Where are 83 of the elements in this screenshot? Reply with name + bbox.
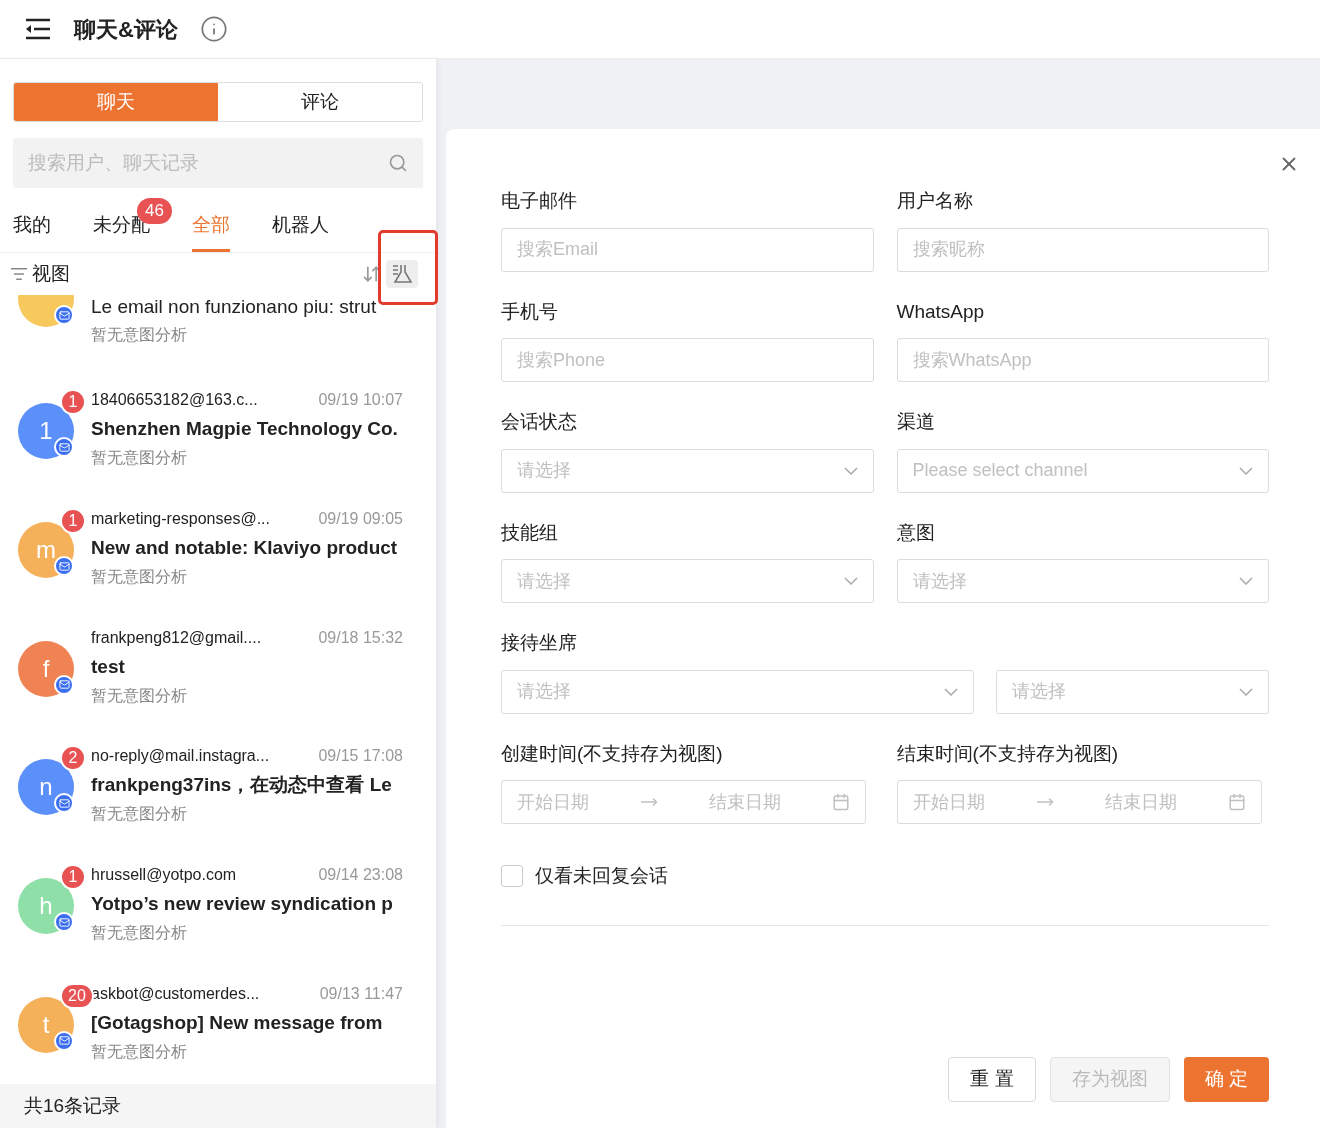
conversation-item[interactable]: t 20 askbot@customerdes... 09/13 11:47 [Gotagshop] New message from 暂无意图分析: [0, 965, 436, 1084]
field-label: 意图: [896, 520, 936, 545]
intent-text: 暂无意图分析: [91, 1041, 188, 1062]
page-title: 聊天&评论: [74, 15, 178, 44]
mail-icon: [54, 305, 74, 325]
avatar-letter: 1: [39, 416, 53, 447]
conversation-subject: test: [91, 654, 126, 679]
field-label: 会话状态: [501, 410, 578, 434]
intent-text: 暂无意图分析: [91, 567, 188, 588]
conversation-time: 09/13 11:47: [319, 983, 403, 1004]
field-label: 创建时间(不支持存为视图): [501, 741, 724, 766]
conversation-subject: New and notable: Klaviyo product: [91, 536, 399, 561]
chevron-down-icon: [843, 577, 858, 585]
unread-badge: 20: [60, 982, 94, 1009]
field-label: 用户名称: [896, 189, 974, 213]
intent-text: 暂无意图分析: [91, 804, 188, 825]
info-icon[interactable]: [199, 15, 228, 43]
intent-text: 暂无意图分析: [91, 448, 188, 469]
text-field[interactable]: 搜索昵称: [896, 227, 1269, 272]
conversation-item[interactable]: h 1 hrussell@yotpo.com 09/14 23:08 Yotpo’s new review syndication p 暂无意图分析: [0, 846, 436, 966]
field-label: 渠道: [896, 410, 936, 434]
conversation-subject: frankpeng37ins，在动态中查看 Le: [91, 773, 393, 798]
conversation-subject: Le email non funzionano piu: strut: [91, 295, 377, 319]
search-icon[interactable]: [388, 153, 408, 173]
conversation-subject: Shenzhen Magpie Technology Co.: [91, 417, 399, 442]
calendar-icon: [832, 793, 850, 811]
unread-badge: 1: [60, 389, 86, 416]
field-label: 接待坐席: [501, 631, 578, 655]
view-label[interactable]: 视图: [32, 259, 70, 289]
chevron-down-icon: [1239, 466, 1253, 475]
avatar-letter: h: [39, 891, 53, 921]
sender-email: askbot@customerdes...: [91, 983, 260, 1004]
mail-icon: [54, 556, 74, 577]
conversation-subject: [Gotagshop] New message from: [91, 1010, 384, 1035]
chevron-down-icon: [1239, 687, 1253, 696]
intent-text: 暂无意图分析: [91, 685, 188, 706]
checkbox-label: 仅看未回复会话: [535, 864, 668, 888]
avatar-letter: m: [36, 535, 56, 566]
action-button[interactable]: 重 置: [948, 1057, 1036, 1102]
sender-email: no-reply@mail.instagra...: [91, 746, 270, 767]
filter-tab[interactable]: 我的: [13, 210, 51, 252]
text-field[interactable]: 搜索Email: [501, 227, 874, 272]
unread-badge: 1: [60, 864, 86, 890]
text-field[interactable]: 搜索Phone: [501, 338, 874, 382]
sender-email: marketing-responses@...: [91, 509, 270, 530]
menu-icon[interactable]: [24, 18, 52, 40]
intent-text: 暂无意图分析: [91, 325, 188, 345]
mail-icon: [54, 793, 74, 814]
checkbox[interactable]: [501, 865, 523, 888]
filter-tab[interactable]: 机器人: [272, 210, 329, 252]
conversation-item[interactable]: m 1 marketing-responses@... 09/19 09:05 New and notable: Klaviyo product 暂无意图分析: [0, 490, 436, 610]
sender-email: hrussell@yotpo.com: [91, 865, 237, 885]
conversation-item[interactable]: 1 1 18406653182@163.c... 09/19 10:07 Shenzhen Magpie Technology Co. 暂无意图分析: [0, 372, 436, 491]
conversation-item[interactable]: n 2 no-reply@mail.instagra... 09/15 17:08 frankpeng37ins，在动态中查看 Le 暂无意图分析: [0, 728, 436, 847]
record-count: 共16条记录: [24, 1093, 122, 1118]
filter-lines-icon: [10, 265, 28, 283]
conversation-time: 09/14 23:08: [318, 865, 403, 885]
mail-icon: [54, 912, 74, 932]
conversation-item[interactable]: f frankpeng812@gmail.... 09/18 15:32 test 暂无意图分析: [0, 609, 436, 729]
sender-email: 18406653182@163.c...: [91, 390, 258, 411]
conversation-time: 09/19 09:05: [318, 509, 403, 530]
field-label: WhatsApp: [896, 299, 986, 324]
intent-text: 暂无意图分析: [91, 923, 188, 943]
chevron-down-icon: [843, 466, 858, 475]
calendar-icon: [1227, 793, 1246, 811]
field-label: 结束时间(不支持存为视图): [896, 741, 1120, 766]
unread-badge: 2: [60, 745, 86, 772]
chevron-down-icon: [944, 687, 958, 696]
conversation-subject: Yotpo’s new review syndication p: [91, 892, 394, 916]
field-label: 电子邮件: [501, 189, 578, 213]
avatar-letter: t: [42, 1009, 50, 1040]
chevron-down-icon: [1239, 577, 1253, 585]
avatar-letter: f: [42, 653, 50, 684]
text-field[interactable]: 搜索WhatsApp: [896, 338, 1269, 382]
field-label: 技能组: [501, 520, 559, 545]
conversation-time: 09/18 15:32: [318, 627, 403, 648]
conversation-time: 09/19 10:07: [318, 390, 403, 411]
filter-flask-icon[interactable]: [386, 260, 418, 288]
avatar-letter: n: [39, 772, 53, 803]
field-label: 手机号: [501, 299, 559, 324]
conversation-time: 09/15 17:08: [318, 746, 403, 767]
unread-badge: 1: [60, 508, 86, 535]
sender-email: frankpeng812@gmail....: [91, 627, 262, 648]
